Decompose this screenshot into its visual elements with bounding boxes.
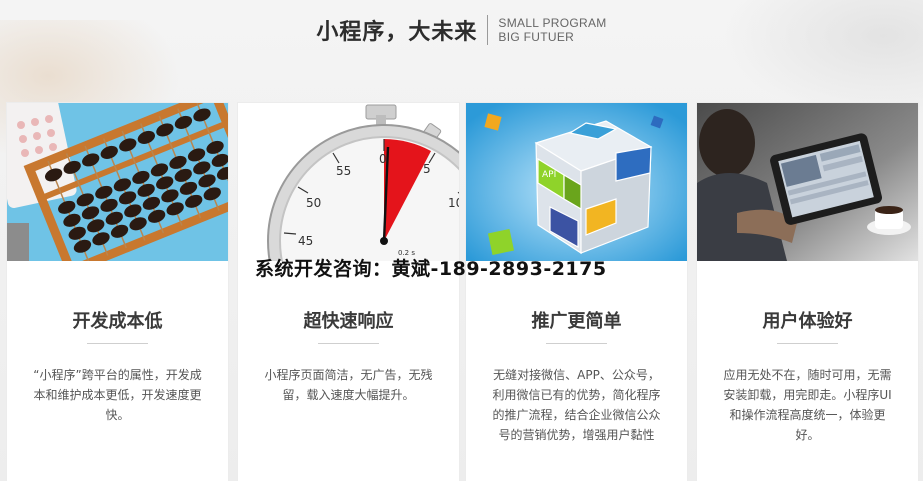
- subtitle-line: SMALL PROGRAM: [498, 16, 607, 30]
- card-title: 推广更简单: [531, 311, 622, 332]
- card-description: 小程序页面简洁，无广告，无残留，载入速度大幅提升。: [264, 368, 433, 402]
- feature-card-easy-promotion[interactable]: API 推广更简单 无缝对接微信、APP、公众号，利用微信已有的优势，简化程序的…: [466, 103, 687, 481]
- title-divider: [87, 343, 148, 344]
- feature-card-user-experience[interactable]: 用户体验好 应用无处不在，随时可用，无需安装卸载，用完即走。小程序UI和操作流程…: [697, 103, 918, 481]
- feature-card-low-cost[interactable]: 开发成本低 “小程序”跨平台的属性，开发成本和维护成本更低，开发速度更快。: [7, 103, 228, 481]
- section-subtitle: SMALL PROGRAM BIG FUTUER: [498, 16, 606, 44]
- stopwatch-label: 50: [306, 196, 321, 210]
- contact-overlay-text: 系统开发咨询：黄斌-189-2893-2175: [255, 258, 607, 280]
- cube-image: API: [466, 103, 687, 261]
- stopwatch-label: 5: [423, 162, 431, 176]
- title-divider: [546, 343, 607, 344]
- subtitle-line: BIG FUTUER: [498, 30, 575, 44]
- card-description: “小程序”跨平台的属性，开发成本和维护成本更低，开发速度更快。: [33, 368, 202, 422]
- stopwatch-label: 55: [336, 164, 351, 178]
- card-title: 开发成本低: [72, 311, 163, 332]
- card-title: 超快速响应: [303, 311, 394, 332]
- abacus-image: [7, 103, 228, 261]
- tablet-user-image: [697, 103, 918, 261]
- stopwatch-label: 0: [379, 152, 387, 166]
- stopwatch-label: 45: [298, 234, 313, 248]
- card-title: 用户体验好: [762, 311, 853, 332]
- title-divider: [318, 343, 379, 344]
- title-divider: [777, 343, 838, 344]
- feature-cards: 开发成本低 “小程序”跨平台的属性，开发成本和维护成本更低，开发速度更快。 0 …: [7, 103, 923, 481]
- header-divider: [487, 15, 489, 45]
- feature-card-fast-response[interactable]: 0 5 55 50 45 10 0.2 s 超快速响应 小程序页面简洁，无广告，…: [238, 103, 459, 481]
- section-title: 小程序，大未来: [316, 20, 478, 45]
- section-header: 小程序，大未来 SMALL PROGRAM BIG FUTUER: [0, 12, 923, 48]
- cube-label: API: [542, 170, 556, 180]
- card-description: 无缝对接微信、APP、公众号，利用微信已有的优势，简化程序的推广流程，结合企业微…: [492, 368, 661, 442]
- card-description: 应用无处不在，随时可用，无需安装卸载，用完即走。小程序UI和操作流程高度统一，体…: [723, 368, 892, 442]
- stopwatch-image: 0 5 55 50 45 10 0.2 s: [238, 103, 459, 261]
- stopwatch-label: 10: [448, 196, 459, 210]
